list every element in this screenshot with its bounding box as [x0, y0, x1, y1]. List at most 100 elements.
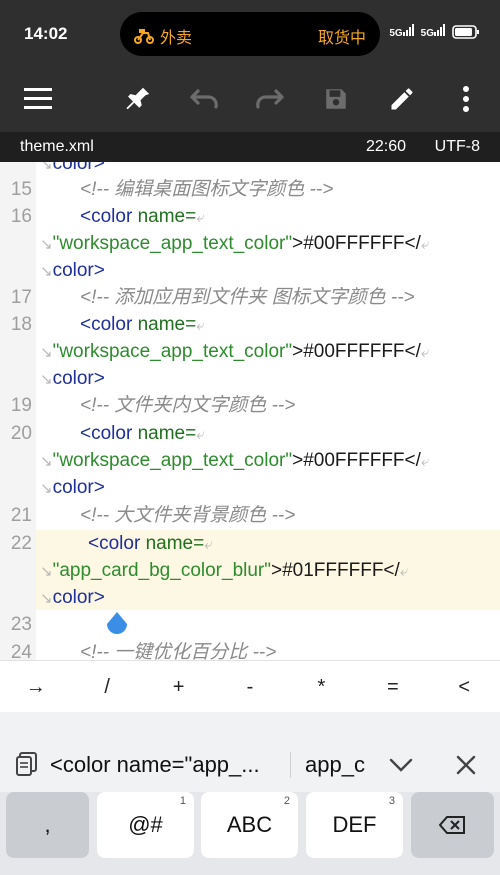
- line-number: 17: [10, 287, 32, 308]
- wrap-indicator-icon: ↘: [40, 453, 53, 470]
- signal-2: 5G: [421, 24, 446, 39]
- status-time: 14:02: [24, 24, 68, 43]
- comma-key[interactable]: ,: [6, 792, 89, 858]
- battery-icon: [452, 24, 479, 39]
- undo-icon: [190, 89, 218, 109]
- backspace-key[interactable]: [411, 792, 494, 858]
- suggestion-primary[interactable]: <color name="app_...: [50, 752, 260, 778]
- code-line-wrap: ↘color>: [40, 477, 105, 498]
- code-line-wrap: ↘color>: [40, 368, 105, 389]
- status-bar: 14:02 外卖 取货中 5G 5G: [0, 0, 500, 66]
- code-line-wrap: ↘"workspace_app_text_color">#00FFFFFF</⤶: [40, 233, 430, 254]
- code-line-wrap: ↘"workspace_app_text_color">#00FFFFFF</⤶: [40, 341, 430, 362]
- save-button[interactable]: [316, 79, 356, 119]
- redo-icon: [256, 89, 284, 109]
- island-status: 取货中: [317, 30, 366, 47]
- wrap-indicator-icon: ↘: [40, 590, 53, 607]
- code-editor[interactable]: ↘color> 15 <!-- 编辑桌面图标文字颜色 --> 16 <color…: [0, 162, 500, 660]
- code-comment: <!-- 编辑桌面图标文字颜色 -->: [80, 179, 334, 200]
- wrap-indicator-icon: ↘: [40, 236, 53, 253]
- status-icons: 5G 5G: [389, 24, 480, 39]
- editor-toolbar: [0, 66, 500, 132]
- edit-icon: [391, 88, 413, 110]
- backspace-icon: [438, 816, 465, 834]
- abc-key[interactable]: 2 ABC: [201, 792, 298, 858]
- suggestion-divider: [290, 752, 291, 778]
- code-line: 16 <color name=⤶: [0, 203, 500, 230]
- keyboard: , 1 @# 2 ABC 3 DEF: [0, 792, 500, 875]
- wrap-indicator-icon: ⤶: [196, 317, 205, 334]
- menu-icon: [24, 88, 52, 109]
- suggestion-secondary[interactable]: app_c: [305, 752, 365, 778]
- island-app-label: 外卖: [160, 30, 193, 47]
- code-line: ↘color>: [0, 162, 500, 177]
- symbol-key[interactable]: <: [429, 661, 500, 712]
- symbol-key[interactable]: -: [214, 661, 285, 712]
- wrap-indicator-icon: ⤶: [196, 209, 205, 226]
- file-encoding[interactable]: UTF-8: [435, 138, 480, 156]
- line-number: 24: [10, 642, 32, 660]
- symbol-key[interactable]: +: [143, 661, 214, 712]
- more-options-button[interactable]: [446, 79, 486, 119]
- symbols-key[interactable]: 1 @#: [97, 792, 194, 858]
- code-comment: <!-- 添加应用到文件夹 图标文字颜色 -->: [80, 287, 415, 308]
- dynamic-island[interactable]: 外卖 取货中: [120, 12, 380, 56]
- code-line: 17 <!-- 添加应用到文件夹 图标文字颜色 -->: [0, 284, 500, 311]
- more-icon: [463, 86, 469, 112]
- wrap-indicator-icon: ↘: [40, 162, 53, 173]
- symbol-key[interactable]: *: [286, 661, 357, 712]
- menu-button[interactable]: [18, 79, 58, 119]
- line-number: 22: [10, 533, 32, 554]
- code-line: 20 <color name=⤶: [0, 420, 500, 447]
- code-line-wrap: ↘color>: [40, 587, 105, 608]
- line-number: 18: [10, 314, 32, 335]
- cursor-handle-icon[interactable]: [103, 610, 131, 642]
- code-comment: <!-- 一键优化百分比 -->: [80, 642, 277, 660]
- signal-1: 5G: [389, 24, 414, 39]
- file-name: theme.xml: [20, 138, 94, 155]
- code-line-wrap: ↘"app_card_bg_color_blur">#01FFFFFF</⤶: [40, 560, 409, 581]
- code-line: 15 <!-- 编辑桌面图标文字颜色 -->: [0, 176, 500, 203]
- code-line: 24 <!-- 一键优化百分比 -->: [0, 639, 500, 660]
- wrap-indicator-icon: ↘: [40, 263, 53, 280]
- symbol-key[interactable]: =: [357, 661, 428, 712]
- code-comment: <!-- 大文件夹背景颜色 -->: [80, 505, 296, 526]
- wrap-indicator-icon: ⤶: [420, 236, 430, 253]
- edit-button[interactable]: [382, 79, 422, 119]
- redo-button[interactable]: [250, 79, 290, 119]
- pin-button[interactable]: [118, 79, 158, 119]
- code-line-current: 22 <color name=⤶: [0, 530, 500, 557]
- line-number: 16: [10, 206, 32, 227]
- save-icon: [326, 89, 346, 109]
- code-line: 18 <color name=⤶: [0, 311, 500, 338]
- line-number: 21: [10, 505, 32, 526]
- code-comment: <!-- 文件夹内文字颜色 -->: [80, 395, 296, 416]
- code-line: 23: [0, 611, 500, 638]
- file-info-bar: theme.xml 22:60 UTF-8: [0, 132, 500, 162]
- line-number: 15: [10, 179, 32, 200]
- code-line-wrap: ↘color>: [40, 260, 105, 281]
- chevron-down-icon[interactable]: [386, 752, 416, 778]
- line-number: 23: [10, 614, 32, 635]
- wrap-indicator-icon: ⤶: [399, 563, 409, 580]
- wrap-indicator-icon: ↘: [40, 344, 53, 361]
- pin-icon: [126, 87, 150, 109]
- undo-button[interactable]: [184, 79, 224, 119]
- line-number: 20: [10, 423, 32, 444]
- symbol-bar: → / + - * = <: [0, 660, 500, 712]
- close-icon[interactable]: [452, 752, 480, 778]
- wrap-indicator-icon: ↘: [40, 371, 53, 388]
- code-line-wrap: ↘"workspace_app_text_color">#00FFFFFF</⤶: [40, 450, 430, 471]
- wrap-indicator-icon: ↘: [40, 563, 53, 580]
- clipboard-icon[interactable]: [16, 752, 38, 776]
- def-key[interactable]: 3 DEF: [306, 792, 403, 858]
- wrap-indicator-icon: ↘: [40, 480, 53, 497]
- symbol-key[interactable]: /: [71, 661, 142, 712]
- wrap-indicator-icon: ⤶: [420, 344, 430, 361]
- cursor-position: 22:60: [365, 138, 406, 155]
- wrap-indicator-icon: ⤶: [196, 426, 205, 443]
- code-line: 21 <!-- 大文件夹背景颜色 -->: [0, 502, 500, 529]
- line-number: 19: [10, 395, 32, 416]
- symbol-key[interactable]: →: [0, 661, 71, 712]
- wrap-indicator-icon: ⤶: [420, 453, 430, 470]
